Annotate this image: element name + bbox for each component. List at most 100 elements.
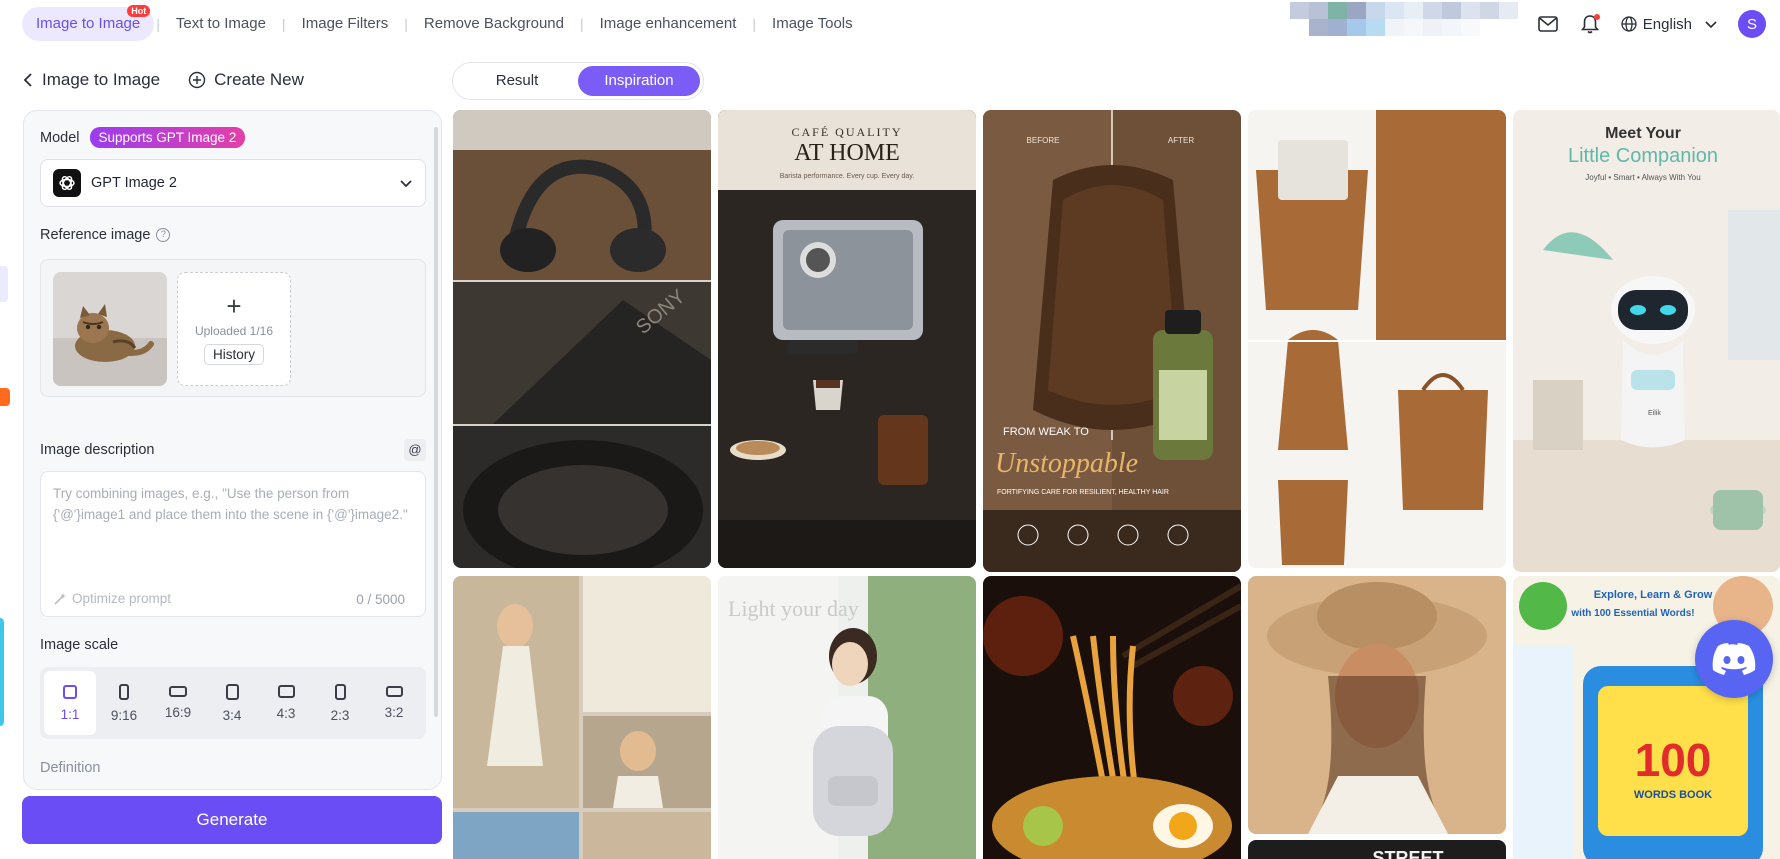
gallery-card-hat[interactable]	[1248, 576, 1506, 834]
model-support-badge: Supports GPT Image 2	[89, 127, 246, 148]
ratio-shape-icon	[334, 683, 346, 700]
reference-image-header: Reference image ?	[40, 227, 171, 243]
hair-line3: FORTIFYING CARE FOR RESILIENT, HEALTHY H…	[997, 489, 1169, 496]
chevron-left-icon	[23, 73, 32, 87]
scale-option-1-1[interactable]: 1:1	[44, 671, 96, 735]
description-placeholder: Try combining images, e.g., "Use the per…	[53, 486, 408, 522]
gallery-card-noodles[interactable]	[983, 576, 1241, 859]
discord-button[interactable]	[1695, 620, 1773, 698]
side-edge-marker	[0, 388, 10, 406]
gallery-card-headphones[interactable]: SONY	[453, 110, 711, 568]
ratio-shape-icon	[63, 684, 77, 699]
definition-label: Definition	[40, 760, 101, 776]
gallery-card-robot[interactable]: Meet Your Little Companion Joyful • Smar…	[1513, 110, 1780, 572]
left-panel: Image to Image Create New Model Supports…	[22, 62, 442, 842]
scale-label: 1:1	[60, 706, 80, 722]
scale-option-9-16[interactable]: 9:16	[98, 671, 150, 735]
upload-dropzone[interactable]: + Uploaded 1/16 History	[177, 272, 291, 386]
hair-after: AFTER	[1168, 136, 1194, 145]
inspiration-tab[interactable]: Inspiration	[578, 66, 700, 96]
plus-icon: +	[226, 290, 242, 321]
gallery-card-coffee[interactable]: CAFÉ QUALITY AT HOME Barista performance…	[718, 110, 976, 568]
mention-button[interactable]: @	[404, 439, 426, 461]
book-big: 100	[1635, 734, 1712, 786]
description-input[interactable]: Try combining images, e.g., "Use the per…	[40, 471, 426, 617]
language-label: English	[1642, 15, 1692, 33]
hair-line2: Unstoppable	[995, 448, 1138, 479]
create-new-label: Create New	[214, 70, 304, 89]
uploaded-count: Uploaded 1/16	[194, 323, 274, 338]
language-selector[interactable]: English	[1621, 16, 1718, 33]
notification-dot	[1593, 14, 1600, 20]
inspiration-gallery: SONY CAFÉ QUALITY AT HOME Barista perfor…	[453, 110, 1780, 859]
model-label: Model	[40, 129, 80, 146]
scale-option-3-4[interactable]: 3:4	[206, 671, 258, 735]
tab-image-enhancement[interactable]: Image enhancement	[586, 7, 751, 41]
robot-line2: Little Companion	[1568, 145, 1718, 167]
scale-option-4-3[interactable]: 4:3	[260, 671, 312, 735]
nav-separator: |	[579, 16, 584, 32]
coffee-line1: CAFÉ QUALITY	[792, 125, 903, 139]
description-label: Image description	[40, 442, 155, 458]
scale-option-2-3[interactable]: 2:3	[314, 671, 366, 735]
hair-line1: FROM WEAK TO	[1003, 426, 1089, 438]
robot-line1: Meet Your	[1605, 125, 1681, 142]
sub-header: Image to Image Create New	[22, 62, 442, 98]
scale-option-3-2[interactable]: 3:2	[368, 671, 420, 735]
scale-option-16-9[interactable]: 16:9	[152, 671, 204, 735]
optimize-prompt-button[interactable]: Optimize prompt	[53, 591, 171, 606]
ratio-shape-icon	[119, 683, 129, 700]
image-scale-options: 1:1 9:16 16:9 3:4 4:3 2:3 3:2	[40, 667, 426, 739]
tab-image-tools[interactable]: Image Tools	[758, 7, 867, 41]
nav-separator: |	[156, 16, 160, 32]
help-icon[interactable]: ?	[156, 228, 171, 242]
nav-separator: |	[752, 16, 757, 32]
tab-text-to-image[interactable]: Text to Image	[162, 7, 280, 41]
generate-button[interactable]: Generate	[22, 796, 442, 844]
gallery-card-girl[interactable]: Light your day	[718, 576, 976, 859]
reference-thumbnail[interactable]	[53, 272, 167, 386]
gallery-card-street[interactable]: STREET	[1248, 840, 1506, 859]
book-sub: WORDS BOOK	[1634, 789, 1712, 801]
ratio-shape-icon	[169, 686, 187, 697]
gallery-card-bags[interactable]	[1248, 110, 1506, 568]
reference-image-area: + Uploaded 1/16 History	[40, 259, 426, 397]
result-tab[interactable]: Result	[456, 66, 578, 96]
back-link[interactable]: Image to Image	[22, 70, 160, 90]
reference-image-label: Reference image	[40, 227, 151, 243]
avatar[interactable]: S	[1738, 10, 1766, 38]
scale-label: 3:4	[222, 707, 242, 723]
coffee-sub: Barista performance. Every cup. Every da…	[780, 173, 915, 180]
gallery-card-book[interactable]: Explore, Learn & Grow with 100 Essential…	[1513, 576, 1780, 859]
street-text: STREET	[1372, 848, 1443, 859]
scale-label: 2:3	[330, 707, 350, 723]
gallery-card-dress[interactable]	[453, 576, 711, 859]
scale-label: 9:16	[110, 707, 138, 723]
hair-before: BEFORE	[1027, 136, 1060, 145]
panel-scrollbar[interactable]	[434, 127, 438, 717]
model-name: GPT Image 2	[91, 175, 177, 191]
blurred-banner	[1290, 2, 1518, 50]
history-button[interactable]: History	[203, 343, 264, 365]
hot-badge: Hot	[127, 5, 151, 17]
tab-remove-background[interactable]: Remove Background	[410, 7, 578, 41]
ratio-shape-icon	[225, 683, 239, 700]
model-select[interactable]: GPT Image 2	[40, 159, 426, 207]
globe-icon	[1621, 16, 1637, 32]
view-toggle: Result Inspiration	[452, 62, 704, 100]
create-new-button[interactable]: Create New	[188, 70, 304, 90]
tab-image-filters[interactable]: Image Filters	[288, 7, 403, 41]
mail-icon[interactable]	[1535, 11, 1561, 37]
sparkle-icon	[54, 592, 66, 605]
optimize-label: Optimize prompt	[72, 591, 172, 606]
robot-name: Eilik	[1648, 410, 1661, 417]
tab-label: Image to Image	[36, 15, 141, 32]
coffee-line2: AT HOME	[794, 140, 900, 166]
gallery-card-hair[interactable]: BEFORE AFTER FROM WEAK TO Unstoppable FO…	[983, 110, 1241, 572]
bell-icon[interactable]	[1577, 11, 1603, 37]
tab-image-to-image[interactable]: Image to Image Hot	[22, 5, 155, 41]
scale-label: 4:3	[276, 706, 296, 721]
description-header: Image description @	[40, 439, 426, 461]
side-edge-marker	[0, 266, 8, 302]
book-line1: Explore, Learn & Grow	[1594, 589, 1713, 601]
